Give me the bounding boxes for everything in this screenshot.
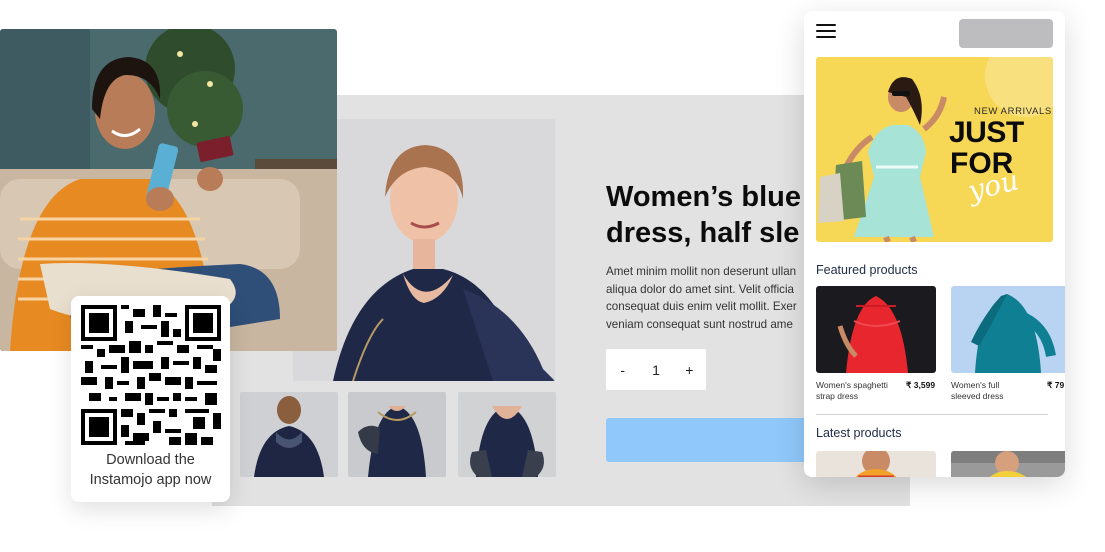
description-line: Amet minim mollit non deserunt ullan: [606, 265, 797, 278]
qr-caption-line: Instamojo app now: [89, 472, 212, 488]
product-thumbnail[interactable]: [458, 392, 556, 477]
product-name-line: Women's full: [951, 380, 1000, 390]
product-description: Amet minim mollit non deserunt ullan ali…: [606, 263, 816, 333]
featured-product-image[interactable]: [951, 286, 1065, 373]
quantity-stepper: - 1 +: [606, 349, 706, 390]
section-divider: [816, 414, 1048, 415]
banner-model-illustration: [818, 77, 947, 242]
featured-products-heading: Featured products: [816, 263, 918, 277]
header-action-placeholder[interactable]: [959, 19, 1053, 48]
product-thumbnail[interactable]: [348, 392, 446, 477]
featured-product-name[interactable]: Women's spaghetti strap dress: [816, 380, 896, 402]
new-arrivals-banner[interactable]: NEW ARRIVALS JUST FOR you: [816, 57, 1053, 242]
quantity-value: 1: [652, 361, 660, 378]
featured-product-price: ₹ 79: [1047, 380, 1065, 390]
latest-products-heading: Latest products: [816, 426, 902, 440]
product-thumbnail[interactable]: [240, 392, 338, 477]
featured-product-price: ₹ 3,599: [906, 380, 936, 390]
app-download-qr-card: Download the Instamojo app now: [71, 296, 230, 502]
description-line: veniam consequat sunt nostrud ame: [606, 317, 793, 331]
quantity-increase-button[interactable]: +: [677, 362, 701, 378]
mobile-store-preview: NEW ARRIVALS JUST FOR you Featured produ…: [804, 11, 1065, 477]
qr-caption-line: Download the: [106, 452, 195, 468]
latest-product-image[interactable]: [951, 451, 1065, 477]
latest-product-image[interactable]: [816, 451, 936, 477]
qr-code[interactable]: [81, 305, 221, 445]
qr-caption: Download the Instamojo app now: [71, 450, 230, 490]
quantity-decrease-button[interactable]: -: [611, 362, 635, 378]
product-name-line: Women's spaghetti: [816, 380, 888, 390]
description-line: consequat duis enim velit mollit. Exer: [606, 300, 797, 313]
description-line: aliqua dolor do amet sint. Velit officia: [606, 282, 794, 296]
hamburger-menu-icon[interactable]: [816, 24, 836, 39]
product-name-line: sleeved dress: [951, 391, 1004, 401]
product-name-line: strap dress: [816, 391, 859, 401]
featured-product-name[interactable]: Women's full sleeved dress: [951, 380, 1031, 402]
featured-product-image[interactable]: [816, 286, 936, 373]
banner-headline: JUST: [949, 116, 1024, 149]
